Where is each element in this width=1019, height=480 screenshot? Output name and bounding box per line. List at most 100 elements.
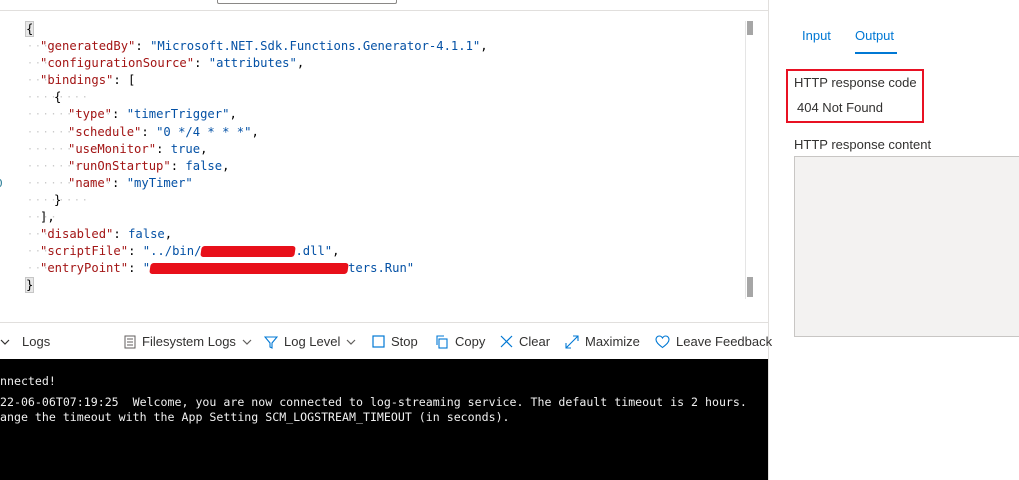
code-text: ], (40, 209, 55, 226)
code-text: "entryPoint": " ters.Run" (40, 260, 414, 277)
code-token: "generatedBy" (40, 39, 136, 54)
code-token: : (113, 227, 129, 242)
code-line: ···· "configurationSource": "attributes", (0, 55, 745, 72)
code-line: ········} (0, 192, 745, 209)
copy-button[interactable]: Copy (435, 323, 485, 360)
json-editor[interactable]: {···· "generatedBy": "Microsoft.NET.Sdk.F… (0, 11, 768, 322)
response-code-value: 404 Not Found (797, 100, 884, 115)
filesystem-logs-dropdown[interactable]: Filesystem Logs (124, 323, 252, 360)
chevron-down-icon (242, 339, 252, 345)
active-tab-indicator (855, 52, 897, 54)
stop-button[interactable]: Stop (372, 323, 418, 360)
code-token: false (128, 227, 165, 242)
code-token: : (170, 158, 186, 173)
code-token: "myTimer" (126, 175, 193, 190)
top-input-remnant[interactable] (217, 0, 397, 4)
code-token: , (229, 107, 237, 122)
scrollbar-thumb-top[interactable] (747, 21, 753, 35)
code-token: , (164, 227, 173, 242)
code-token: : (112, 175, 127, 190)
log-stream-terminal[interactable]: nnected! 22-06-06T07:19:25 Welcome, you … (0, 359, 768, 480)
filesystem-logs-label: Filesystem Logs (142, 334, 236, 349)
code-text: "generatedBy": "Microsoft.NET.Sdk.Functi… (40, 38, 488, 55)
response-content-box[interactable] (794, 156, 1019, 337)
tab-input[interactable]: Input (802, 28, 831, 43)
code-token: "timerTrigger" (126, 107, 230, 122)
clear-label: Clear (519, 334, 551, 349)
heart-icon (655, 334, 670, 348)
code-text: "schedule": "0 */4 * * *", (68, 124, 259, 141)
code-line: ···· "generatedBy": "Microsoft.NET.Sdk.Fu… (0, 38, 745, 55)
code-text: } (24, 277, 35, 294)
code-text: { (24, 21, 35, 38)
code-token: , (222, 158, 230, 173)
code-line: ···· "bindings": [ (0, 72, 745, 89)
code-token: : (156, 141, 171, 156)
log-toolbar: Logs Filesystem Logs Log Level Stop Copy… (0, 322, 772, 360)
code-text: { (54, 89, 61, 106)
code-token: : [ (113, 73, 136, 88)
chevron-down-icon (0, 339, 10, 345)
code-token: : (141, 124, 157, 139)
code-text: "scriptFile": "../bin/ .dll", (40, 243, 339, 260)
code-line: ····], (0, 209, 745, 226)
code-token: "bindings" (40, 73, 114, 88)
log-level-label: Log Level (284, 334, 341, 349)
clear-button[interactable]: Clear (500, 323, 550, 360)
log-level-dropdown[interactable]: Log Level (264, 323, 356, 360)
stop-label: Stop (391, 334, 418, 349)
code-token: } (24, 277, 35, 294)
copy-label: Copy (455, 334, 486, 349)
leave-feedback-button[interactable]: Leave Feedback (655, 323, 772, 360)
code-token: : (112, 107, 127, 122)
editor-scrollbar[interactable] (745, 21, 754, 299)
code-line: ············ "useMonitor": true, (0, 141, 745, 158)
code-token: "scriptFile" (40, 244, 129, 259)
code-token: "attributes" (208, 56, 297, 71)
code-token: "schedule" (68, 124, 142, 139)
code-token: : (128, 244, 143, 259)
scrollbar-thumb-bottom[interactable] (747, 277, 753, 297)
code-text: "bindings": [ (40, 72, 135, 89)
code-lines: {···· "generatedBy": "Microsoft.NET.Sdk.F… (0, 21, 745, 295)
code-token: : (135, 39, 151, 54)
code-text: } (54, 192, 61, 209)
terminal-line: ange the timeout with the App Setting SC… (0, 410, 510, 424)
code-line: ···· "entryPoint": " ters.Run" (0, 260, 745, 277)
logs-toggle-button[interactable]: Logs (0, 323, 50, 360)
code-token: true (170, 141, 201, 156)
code-token: false (185, 158, 223, 173)
code-token: "../bin/ (142, 244, 202, 259)
terminal-line: 22-06-06T07:19:25 Welcome, you are now c… (0, 395, 747, 409)
code-token: , (332, 244, 340, 259)
code-token: , (480, 39, 488, 54)
code-text: "name": "myTimer" (68, 175, 193, 192)
code-token: "name" (68, 175, 113, 190)
code-token: , (200, 141, 208, 156)
maximize-button[interactable]: Maximize (565, 323, 640, 360)
code-token: "0 */4 * * *" (156, 124, 252, 139)
code-text: "disabled": false, (40, 226, 172, 243)
code-text: "type": "timerTrigger", (68, 106, 237, 123)
code-line: ···· "scriptFile": "../bin/.dll", (0, 243, 745, 260)
tab-output[interactable]: Output (855, 28, 894, 43)
code-token: ], (40, 210, 55, 225)
code-line: ············ "runOnStartup": false, (0, 158, 745, 175)
document-list-icon (124, 335, 136, 348)
panel-divider (768, 0, 769, 480)
code-token: .dll" (295, 244, 333, 259)
logs-label: Logs (22, 334, 51, 349)
code-token: "runOnStartup" (68, 158, 171, 173)
code-line: ···· "disabled": false, (0, 226, 745, 243)
code-token: , (251, 124, 259, 139)
redaction-mark (200, 246, 297, 258)
code-token: "useMonitor" (68, 141, 157, 156)
code-token: , (296, 56, 305, 71)
close-icon (500, 335, 513, 348)
line-number: 0 (0, 175, 6, 192)
code-token: "type" (68, 107, 113, 122)
code-text: "useMonitor": true, (68, 141, 207, 158)
code-token: "configurationSource" (40, 56, 195, 71)
terminal-line: nnected! (0, 374, 56, 388)
code-line: 0············"name": "myTimer" (0, 175, 745, 192)
